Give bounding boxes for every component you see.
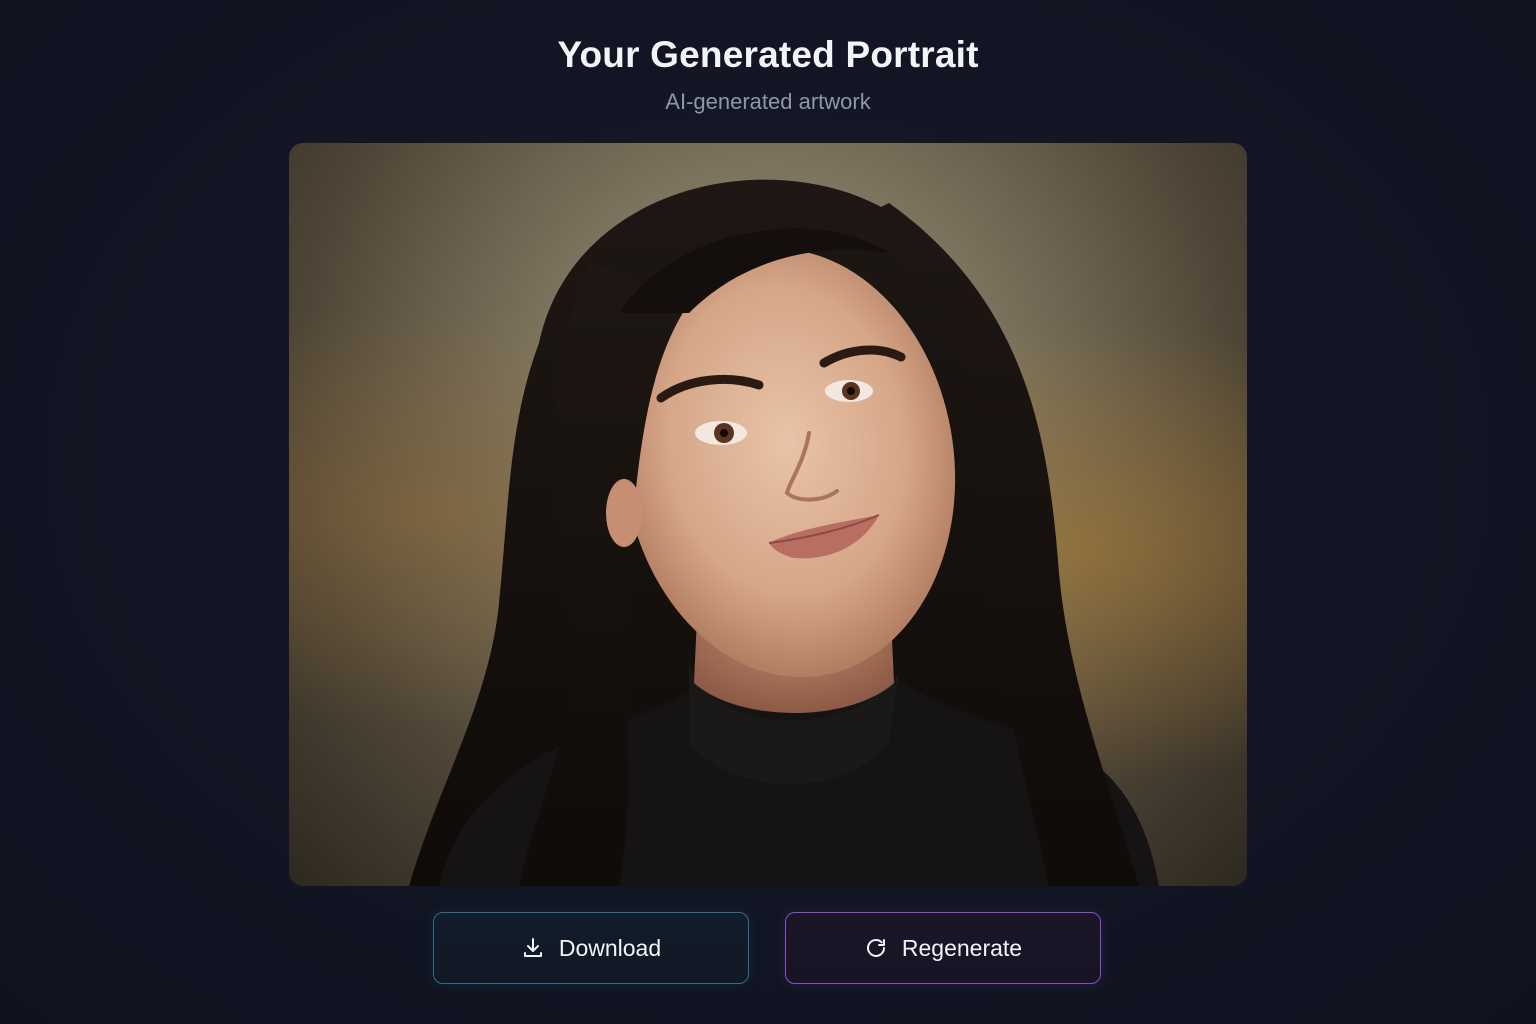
regenerate-label: Regenerate [901, 934, 1023, 961]
portrait-result-page: Your Generated Portrait AI-generated art… [0, 0, 1536, 1024]
download-button[interactable]: Download [433, 912, 749, 984]
page-title: Your Generated Portrait [557, 34, 979, 75]
ear [606, 479, 642, 547]
generated-portrait-image [289, 143, 1247, 886]
portrait-illustration [409, 179, 1159, 886]
regenerate-button[interactable]: Regenerate [785, 912, 1101, 984]
download-label: Download [558, 934, 662, 961]
page-subtitle: AI-generated artwork [665, 89, 871, 114]
download-icon [521, 936, 545, 960]
refresh-icon [864, 936, 888, 960]
